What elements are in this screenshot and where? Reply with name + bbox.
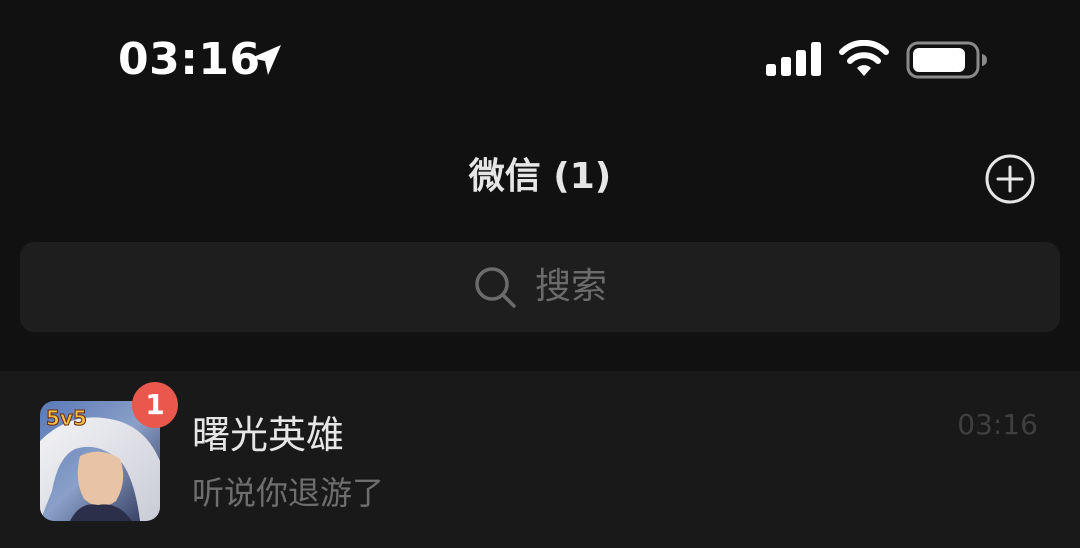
- search-icon: [475, 267, 516, 308]
- battery-icon: [906, 41, 987, 79]
- chat-list: 5v5 1 曙光英雄 听说你退游了 03:16: [0, 371, 1080, 548]
- unread-badge: 1: [132, 382, 178, 428]
- chat-row[interactable]: 5v5 1 曙光英雄 听说你退游了 03:16: [0, 371, 1080, 548]
- location-arrow-icon: [251, 45, 281, 75]
- search-placeholder: 搜索: [534, 266, 607, 307]
- search-content: 搜索: [20, 242, 1060, 332]
- avatar-game-logo: 5v5: [46, 406, 87, 430]
- cellular-signal-icon: [766, 42, 821, 76]
- search-bar[interactable]: 搜索: [20, 242, 1060, 332]
- chat-time: 03:16: [957, 408, 1038, 441]
- page-title: 微信 (1): [468, 156, 612, 197]
- status-time: 03:16: [118, 34, 261, 85]
- chat-preview: 听说你退游了: [192, 474, 385, 512]
- wifi-icon: [839, 40, 889, 76]
- chat-name: 曙光英雄: [192, 413, 345, 457]
- plus-circle-icon[interactable]: [984, 153, 1036, 205]
- status-bar: 03:16: [0, 0, 1080, 120]
